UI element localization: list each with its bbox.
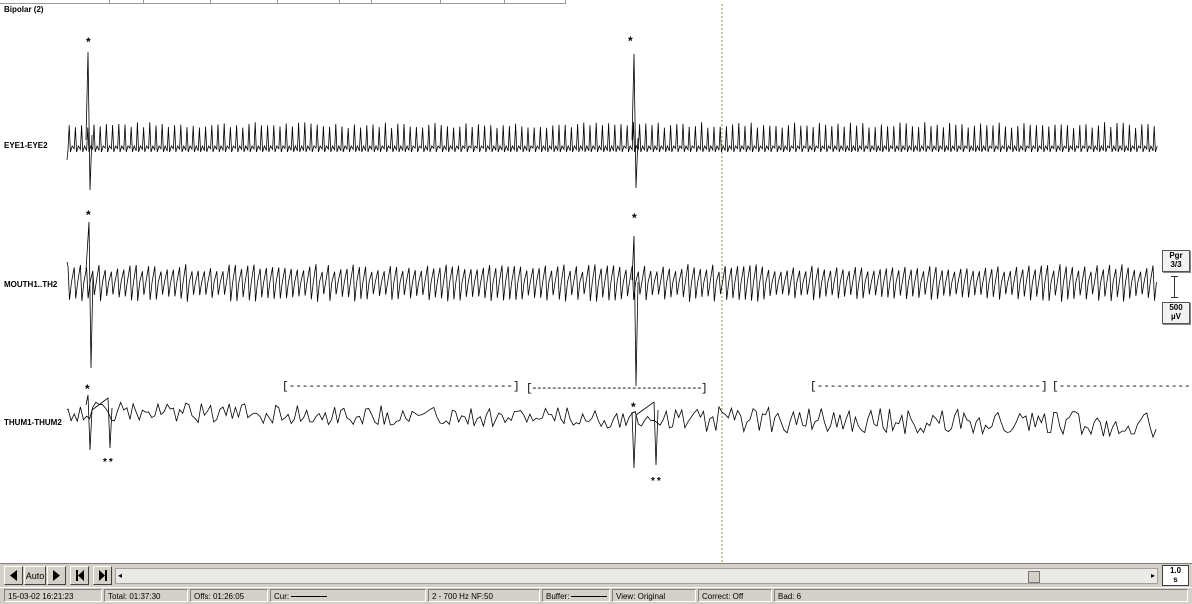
scroll-left-icon[interactable]: ◂ bbox=[118, 571, 122, 580]
artifact-spike bbox=[85, 221, 94, 369]
amplitude-scale-bar bbox=[1171, 276, 1178, 298]
scroll-thumb[interactable] bbox=[1028, 571, 1040, 583]
step-back-button[interactable] bbox=[4, 566, 23, 585]
status-buffer: Buffer: bbox=[542, 589, 610, 602]
play-icon bbox=[53, 570, 60, 581]
artifact-spike bbox=[631, 53, 639, 189]
channel-label-mouth: MOUTH1..TH2 bbox=[4, 280, 58, 289]
eeg-traces bbox=[66, 4, 1158, 563]
spike-marker: * bbox=[85, 382, 90, 396]
playback-toolbar: Auto ◂ ▸ 1.0 s bbox=[0, 564, 1192, 587]
tremor-segment-marker: [------------------------- bbox=[1052, 381, 1192, 393]
artifact-spike bbox=[85, 394, 113, 451]
status-cursor: Cur: bbox=[270, 589, 426, 602]
spike-marker: * bbox=[628, 34, 633, 48]
scroll-right-icon[interactable]: ▸ bbox=[1151, 571, 1155, 580]
skip-forward-icon bbox=[98, 570, 107, 581]
artifact-spike bbox=[631, 235, 639, 387]
auto-button[interactable]: Auto bbox=[24, 566, 46, 585]
status-filter: 2 - 700 Hz NF:50 bbox=[428, 589, 540, 602]
status-datetime: 15-03-02 16:21:23 bbox=[4, 589, 102, 602]
status-offset: Offs: 01:26:05 bbox=[190, 589, 268, 602]
skip-forward-button[interactable] bbox=[93, 566, 112, 585]
amplitude-unit: µV bbox=[1171, 312, 1181, 321]
status-buffer-label: Buffer: bbox=[546, 592, 570, 601]
tremor-segment-marker: [----------------------------------] bbox=[526, 383, 708, 395]
page-scale-value: 3/3 bbox=[1170, 260, 1182, 269]
amplitude-value: 500 bbox=[1169, 303, 1183, 312]
page-scale-label: Pgr bbox=[1169, 251, 1183, 260]
page-scale-box[interactable]: Pgr 3/3 bbox=[1162, 250, 1190, 272]
status-view: View: Original bbox=[612, 589, 696, 602]
tremor-segment-marker: [----------------------------------] bbox=[282, 381, 520, 393]
play-button[interactable] bbox=[47, 566, 66, 585]
trace-thumb bbox=[66, 401, 1157, 439]
channel-label-thumb: THUM1-THUM2 bbox=[4, 418, 62, 427]
amplitude-scale-box[interactable]: 500 µV bbox=[1162, 302, 1190, 324]
channel-label-eye: EYE1-EYE2 bbox=[4, 141, 48, 150]
spike-marker: * bbox=[86, 208, 91, 222]
timebase-unit: s bbox=[1173, 575, 1178, 584]
status-bad: Bad: 6 bbox=[774, 589, 1188, 602]
status-cursor-label: Cur: bbox=[274, 592, 290, 601]
emg-marker: ** bbox=[651, 476, 663, 487]
tremor-segment-marker: [----------------------------------] bbox=[810, 381, 1048, 393]
skip-back-icon bbox=[75, 570, 84, 581]
timebase-box[interactable]: 1.0 s bbox=[1162, 565, 1189, 586]
status-correct: Correct: Off bbox=[698, 589, 772, 602]
spike-marker: * bbox=[632, 211, 637, 225]
status-bar: 15-03-02 16:21:23 Total: 01:37:30 Offs: … bbox=[0, 587, 1192, 604]
trace-mouth bbox=[66, 261, 1157, 302]
artifact-spike bbox=[85, 51, 93, 191]
skip-back-button[interactable] bbox=[70, 566, 89, 585]
trace-eye bbox=[66, 122, 1158, 161]
emg-marker: ** bbox=[103, 457, 115, 468]
spike-marker: * bbox=[631, 400, 636, 414]
step-back-icon bbox=[10, 570, 17, 581]
time-scrollbar[interactable]: ◂ ▸ bbox=[115, 568, 1158, 584]
timebase-value: 1.0 bbox=[1169, 566, 1182, 575]
status-total: Total: 01:37:30 bbox=[104, 589, 188, 602]
spike-marker: * bbox=[86, 35, 91, 49]
